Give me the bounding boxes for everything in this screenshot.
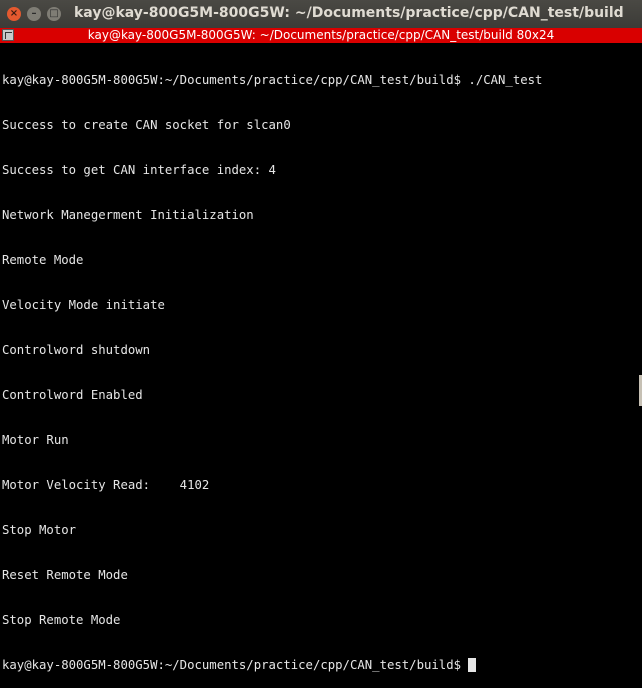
terminal-line: Motor Velocity Read: 4102 bbox=[2, 478, 210, 492]
terminal-prompt: kay@kay-800G5M-800G5W:~/Documents/practi… bbox=[2, 658, 469, 672]
terminal-line: Motor Run bbox=[2, 433, 69, 447]
terminal-tab-bar: kay@kay-800G5M-800G5W: ~/Documents/pract… bbox=[0, 28, 642, 43]
terminal-line: Success to create CAN socket for slcan0 bbox=[2, 118, 291, 132]
terminal-line: Stop Motor bbox=[2, 523, 77, 537]
terminal-line: Controlword Enabled bbox=[2, 388, 143, 402]
terminal-line: Remote Mode bbox=[2, 253, 84, 267]
minimize-window-button[interactable]: – bbox=[27, 7, 41, 21]
terminal-prompt-line[interactable]: kay@kay-800G5M-800G5W:~/Documents/practi… bbox=[2, 658, 640, 673]
terminal-tab-title: kay@kay-800G5M-800G5W: ~/Documents/pract… bbox=[87, 28, 555, 42]
close-window-button[interactable]: × bbox=[7, 7, 21, 21]
terminal-line: Controlword shutdown bbox=[2, 343, 151, 357]
window-title: kay@kay-800G5M-800G5W: ~/Documents/pract… bbox=[74, 5, 624, 21]
terminal-line: Stop Remote Mode bbox=[2, 613, 121, 627]
terminal-output[interactable]: kay@kay-800G5M-800G5W:~/Documents/practi… bbox=[2, 43, 640, 672]
maximize-window-button[interactable]: □ bbox=[47, 7, 61, 21]
window-titlebar: × – □ kay@kay-800G5M-800G5W: ~/Documents… bbox=[0, 0, 642, 28]
text-cursor bbox=[468, 658, 477, 672]
terminal-line: Success to get CAN interface index: 4 bbox=[2, 163, 276, 177]
terminal-line: Velocity Mode initiate bbox=[2, 298, 165, 312]
terminal-line: Reset Remote Mode bbox=[2, 568, 128, 582]
terminal-line: kay@kay-800G5M-800G5W:~/Documents/practi… bbox=[2, 73, 543, 87]
terminal-line: Network Manegerment Initialization bbox=[2, 208, 254, 222]
